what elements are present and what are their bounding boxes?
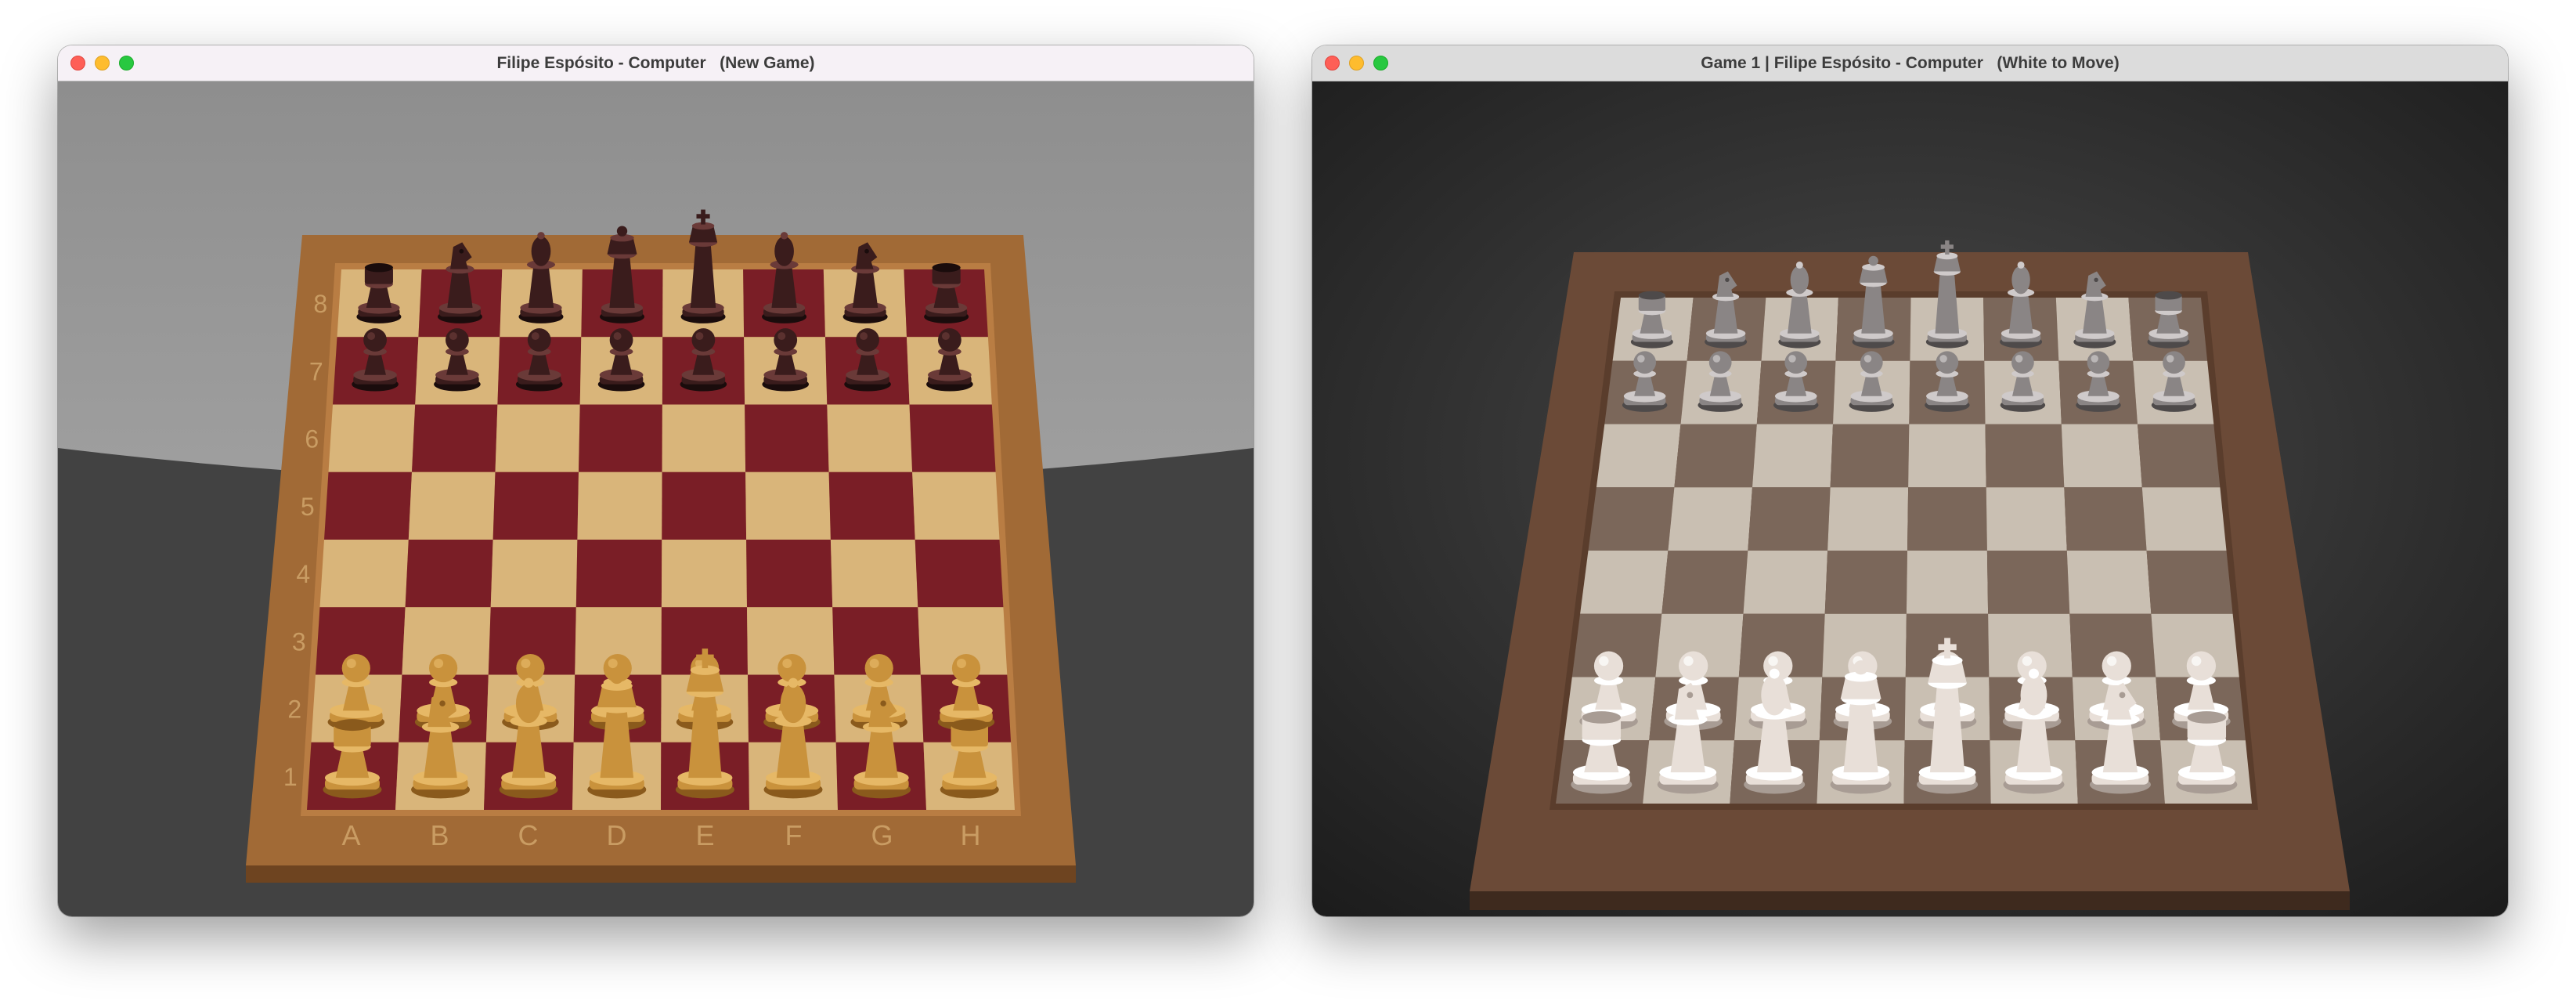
square-a6[interactable] [1596, 424, 1681, 488]
square-g4[interactable] [2066, 551, 2152, 614]
square-a5[interactable] [1588, 487, 1675, 551]
rank-label: 4 [296, 560, 310, 588]
file-label: D [607, 819, 627, 851]
square-h6[interactable] [2138, 424, 2221, 488]
square-e6[interactable] [1908, 424, 1986, 488]
window-title: Filipe Espósito - Computer (New Game) [496, 54, 815, 72]
file-label: C [518, 819, 539, 851]
square-g5[interactable] [828, 471, 915, 540]
file-label: B [430, 819, 449, 851]
square-e4[interactable] [661, 540, 747, 608]
square-b5[interactable] [408, 471, 496, 540]
square-f4[interactable] [1986, 551, 2070, 614]
chess-window-game-1: Game 1 | Filipe Espósito - Computer (Whi… [1312, 45, 2508, 916]
rank-label: 8 [313, 290, 327, 318]
rank-label: 3 [292, 627, 306, 656]
file-label: E [695, 819, 714, 851]
board-edge [1470, 891, 2350, 910]
file-label: H [961, 819, 981, 851]
square-a6[interactable] [328, 404, 416, 472]
square-f6[interactable] [1985, 424, 2065, 488]
square-h6[interactable] [909, 404, 996, 472]
square-b6[interactable] [412, 404, 498, 472]
square-e4[interactable] [1906, 551, 1989, 614]
square-h5[interactable] [2141, 487, 2227, 551]
window-title: Game 1 | Filipe Espósito - Computer (Whi… [1701, 54, 2120, 72]
square-d6[interactable] [1830, 424, 1910, 488]
square-g5[interactable] [2064, 487, 2147, 551]
game-view [1312, 81, 2508, 916]
square-c4[interactable] [490, 540, 578, 608]
square-f4[interactable] [746, 540, 833, 608]
square-d5[interactable] [577, 471, 662, 540]
square-a4[interactable] [319, 540, 409, 608]
square-c6[interactable] [495, 404, 580, 472]
chessboard-3d-wood[interactable]: A B C D E F G H 8 7 6 5 4 3 2 1 [58, 81, 1254, 916]
square-c4[interactable] [1743, 551, 1828, 614]
chess-window-new-game: Filipe Espósito - Computer (New Game) A B… [58, 45, 1254, 916]
square-d4[interactable] [1824, 551, 1907, 614]
square-d6[interactable] [579, 404, 662, 472]
title-bar: Game 1 | Filipe Espósito - Computer (Whi… [1312, 45, 2508, 81]
board-edge [246, 865, 1076, 883]
square-c5[interactable] [492, 471, 579, 540]
chessboard-3d-marble[interactable] [1312, 81, 2508, 916]
squares [1556, 298, 2252, 804]
square-c6[interactable] [1752, 424, 1833, 488]
square-h4[interactable] [915, 540, 1004, 608]
square-e5[interactable] [662, 471, 747, 540]
file-label: G [871, 819, 893, 851]
square-a5[interactable] [324, 471, 412, 540]
square-g6[interactable] [2061, 424, 2142, 488]
rank-label: 7 [309, 357, 323, 385]
square-h4[interactable] [2146, 551, 2233, 614]
file-label: A [341, 819, 360, 851]
square-d4[interactable] [575, 540, 662, 608]
square-h5[interactable] [912, 471, 1000, 540]
square-e5[interactable] [1907, 487, 1987, 551]
title-bar: Filipe Espósito - Computer (New Game) [58, 45, 1254, 81]
square-b4[interactable] [405, 540, 493, 608]
rank-label: 2 [287, 695, 301, 724]
square-f5[interactable] [1986, 487, 2067, 551]
square-b6[interactable] [1674, 424, 1757, 488]
file-label: F [785, 819, 803, 851]
rank-label: 6 [305, 425, 319, 453]
square-b4[interactable] [1661, 551, 1748, 614]
square-e6[interactable] [662, 404, 746, 472]
rank-label: 5 [301, 493, 315, 521]
square-f5[interactable] [745, 471, 831, 540]
square-g6[interactable] [827, 404, 913, 472]
square-g4[interactable] [830, 540, 918, 608]
square-f6[interactable] [745, 404, 829, 472]
square-d5[interactable] [1827, 487, 1909, 551]
squares [307, 269, 1015, 810]
rank-label: 1 [283, 763, 298, 791]
square-a4[interactable] [1580, 551, 1669, 614]
square-b5[interactable] [1668, 487, 1752, 551]
square-c5[interactable] [1748, 487, 1831, 551]
game-view: A B C D E F G H 8 7 6 5 4 3 2 1 [58, 81, 1254, 916]
